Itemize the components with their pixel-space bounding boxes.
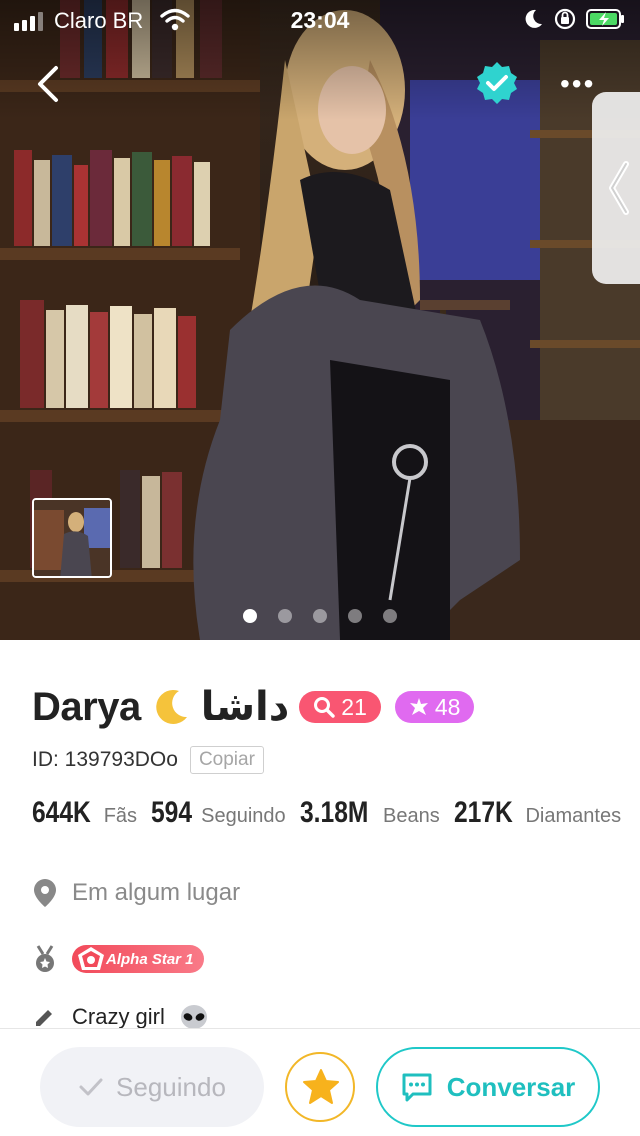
pager-dot[interactable] xyxy=(348,609,362,623)
bottom-action-bar: Seguindo Conversar xyxy=(0,1028,640,1136)
following-button-label: Seguindo xyxy=(116,1071,226,1102)
do-not-disturb-moon-icon xyxy=(525,9,542,28)
location-text: Em algum lugar xyxy=(72,879,241,906)
moon-emoji-icon xyxy=(155,689,187,724)
side-tab[interactable] xyxy=(592,92,640,284)
stat-fans-label[interactable]: Fãs xyxy=(104,805,137,828)
alpha-star-badge[interactable]: Alpha Star 1 xyxy=(72,945,204,973)
location-row: Em algum lugar xyxy=(32,878,240,908)
pager-dot[interactable] xyxy=(278,609,292,623)
alpha-star-label: Alpha Star 1 xyxy=(106,950,194,968)
star-badge-value: 48 xyxy=(434,693,461,720)
name-row: Darya داشا 21 48 xyxy=(32,684,475,730)
medal-row: Alpha Star 1 xyxy=(32,944,204,974)
star-badge: 48 xyxy=(394,691,475,723)
id-row: ID: 139793DOo Copiar xyxy=(32,746,264,774)
stat-beans-label: Beans xyxy=(383,805,440,827)
check-icon xyxy=(79,1078,103,1096)
pager-dot[interactable] xyxy=(243,609,257,623)
thumbnail-image xyxy=(34,500,110,576)
back-arrow-icon[interactable] xyxy=(32,64,66,104)
stat-beans-value: 3.18M xyxy=(299,796,369,829)
star-icon xyxy=(303,1069,339,1104)
photo-pager xyxy=(0,609,640,623)
chat-button-label: Conversar xyxy=(446,1071,576,1102)
bio-row: Crazy girl xyxy=(32,1004,209,1030)
profile-photo[interactable]: Claro BR 23:04 ••• xyxy=(0,0,640,640)
stat-following-value[interactable]: 594 xyxy=(151,796,192,830)
profile-screen: Claro BR 23:04 ••• Darya داشا 21 48 ID: … xyxy=(0,0,640,1136)
pager-dot[interactable] xyxy=(313,609,327,623)
search-level-icon xyxy=(314,697,335,718)
status-right xyxy=(522,8,626,30)
user-id: ID: 139793DOo xyxy=(32,748,178,771)
stat-diamonds-label: Diamantes xyxy=(525,805,622,827)
following-button[interactable]: Seguindo xyxy=(40,1047,264,1127)
alpha-star-emblem-icon xyxy=(78,947,104,970)
copy-id-button[interactable]: Copiar xyxy=(189,746,264,774)
level-badge-value: 21 xyxy=(341,693,367,720)
stat-diamonds-value: 217K xyxy=(453,796,513,829)
location-pin-icon xyxy=(34,879,56,907)
level-badge: 21 xyxy=(299,691,381,723)
side-tab-chevron-icon xyxy=(609,161,629,215)
profile-name: Darya xyxy=(32,684,141,729)
battery-icon xyxy=(586,9,624,29)
profile-name-arabic: داشا xyxy=(200,685,290,729)
pencil-icon xyxy=(34,1010,56,1030)
sparkle-icon xyxy=(409,698,428,715)
alien-emoji-icon xyxy=(180,1005,207,1029)
favorite-button[interactable] xyxy=(285,1052,355,1122)
verified-icon xyxy=(477,62,517,104)
more-icon[interactable]: ••• xyxy=(560,70,600,98)
orientation-lock-icon xyxy=(554,8,576,30)
chat-button[interactable]: Conversar xyxy=(376,1047,600,1127)
stat-following-label[interactable]: Seguindo xyxy=(201,805,286,828)
status-bar: Claro BR 23:04 xyxy=(0,0,640,40)
medal-icon xyxy=(36,945,54,972)
pager-dot[interactable] xyxy=(383,609,397,623)
photo-thumbnail[interactable] xyxy=(32,498,112,578)
stat-fans-value[interactable]: 644K xyxy=(32,796,91,830)
bio-text: Crazy girl xyxy=(72,1004,165,1029)
chat-icon xyxy=(402,1073,432,1102)
stats-row: 644K Fãs 594 Seguindo 3.18M Beans 217K D… xyxy=(32,796,635,830)
